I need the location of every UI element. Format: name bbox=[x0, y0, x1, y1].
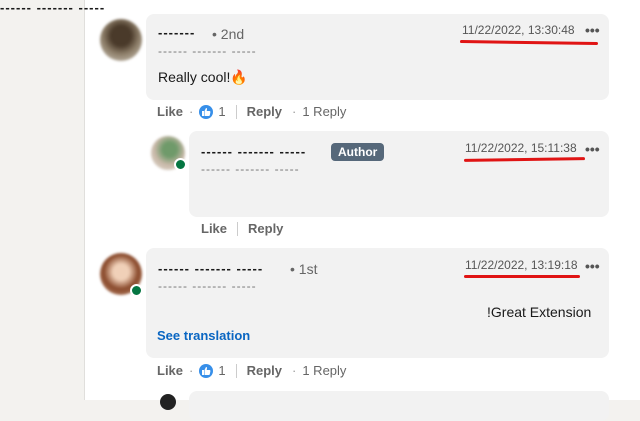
comment-text: !Great Extension bbox=[487, 304, 592, 320]
commenter-headline: ------ ------- ----- bbox=[158, 44, 257, 58]
separator-dot: · bbox=[189, 104, 194, 119]
divider bbox=[235, 104, 237, 119]
thumbs-up-icon bbox=[199, 104, 214, 119]
like-button[interactable]: Like bbox=[157, 104, 183, 119]
comment-text: ------ ------- ----- bbox=[0, 0, 106, 15]
comment-timestamp: 11/22/2022, 13:30:48 bbox=[462, 23, 575, 37]
see-translation-link[interactable]: See translation bbox=[157, 328, 250, 343]
author-badge: Author bbox=[331, 143, 385, 161]
commenter-name[interactable]: ------- bbox=[158, 25, 195, 40]
separator-dot: · bbox=[189, 363, 194, 378]
thumbs-up-icon bbox=[199, 363, 214, 378]
separator-dot: · bbox=[292, 363, 297, 378]
connection-degree: • 1st bbox=[290, 261, 318, 277]
commenter-headline: ------ ------- ----- bbox=[201, 162, 300, 176]
connection-degree: • 2nd bbox=[212, 26, 245, 42]
separator-dot: · bbox=[292, 104, 297, 119]
more-options-icon[interactable]: ••• bbox=[585, 258, 600, 274]
more-options-icon[interactable]: ••• bbox=[585, 22, 600, 38]
avatar[interactable] bbox=[160, 394, 176, 410]
divider bbox=[235, 363, 237, 378]
online-status-indicator bbox=[174, 158, 187, 171]
comment-actions: Like Reply bbox=[201, 221, 283, 236]
comment-text: Really cool!🔥 bbox=[158, 69, 248, 85]
like-button[interactable]: Like bbox=[157, 363, 183, 378]
commenter-headline: ------ ------- ----- bbox=[158, 279, 257, 293]
reply-button[interactable]: Reply bbox=[248, 221, 283, 236]
comment-actions: Like · 1 Reply · 1 Reply bbox=[157, 363, 346, 378]
comment-bubble bbox=[189, 391, 609, 421]
like-count[interactable]: 1 bbox=[218, 363, 225, 378]
comment-timestamp: 11/22/2022, 15:11:38 bbox=[465, 141, 577, 155]
more-options-icon[interactable]: ••• bbox=[585, 141, 600, 157]
reply-button[interactable]: Reply bbox=[247, 363, 282, 378]
comment-actions: Like · 1 Reply · 1 Reply bbox=[157, 104, 346, 119]
commenter-name[interactable]: ------ ------- ----- bbox=[201, 144, 306, 159]
divider bbox=[237, 221, 239, 236]
like-button[interactable]: Like bbox=[201, 221, 227, 236]
comment-timestamp: 11/22/2022, 13:19:18 bbox=[465, 258, 578, 272]
replies-count-link[interactable]: 1 Reply bbox=[302, 363, 346, 378]
replies-count-link[interactable]: 1 Reply bbox=[302, 104, 346, 119]
avatar[interactable] bbox=[100, 19, 142, 61]
commenter-name[interactable]: ------ ------- ----- bbox=[158, 261, 263, 276]
like-count[interactable]: 1 bbox=[218, 104, 225, 119]
online-status-indicator bbox=[130, 284, 143, 297]
annotation-underline bbox=[464, 275, 580, 278]
reply-button[interactable]: Reply bbox=[247, 104, 282, 119]
